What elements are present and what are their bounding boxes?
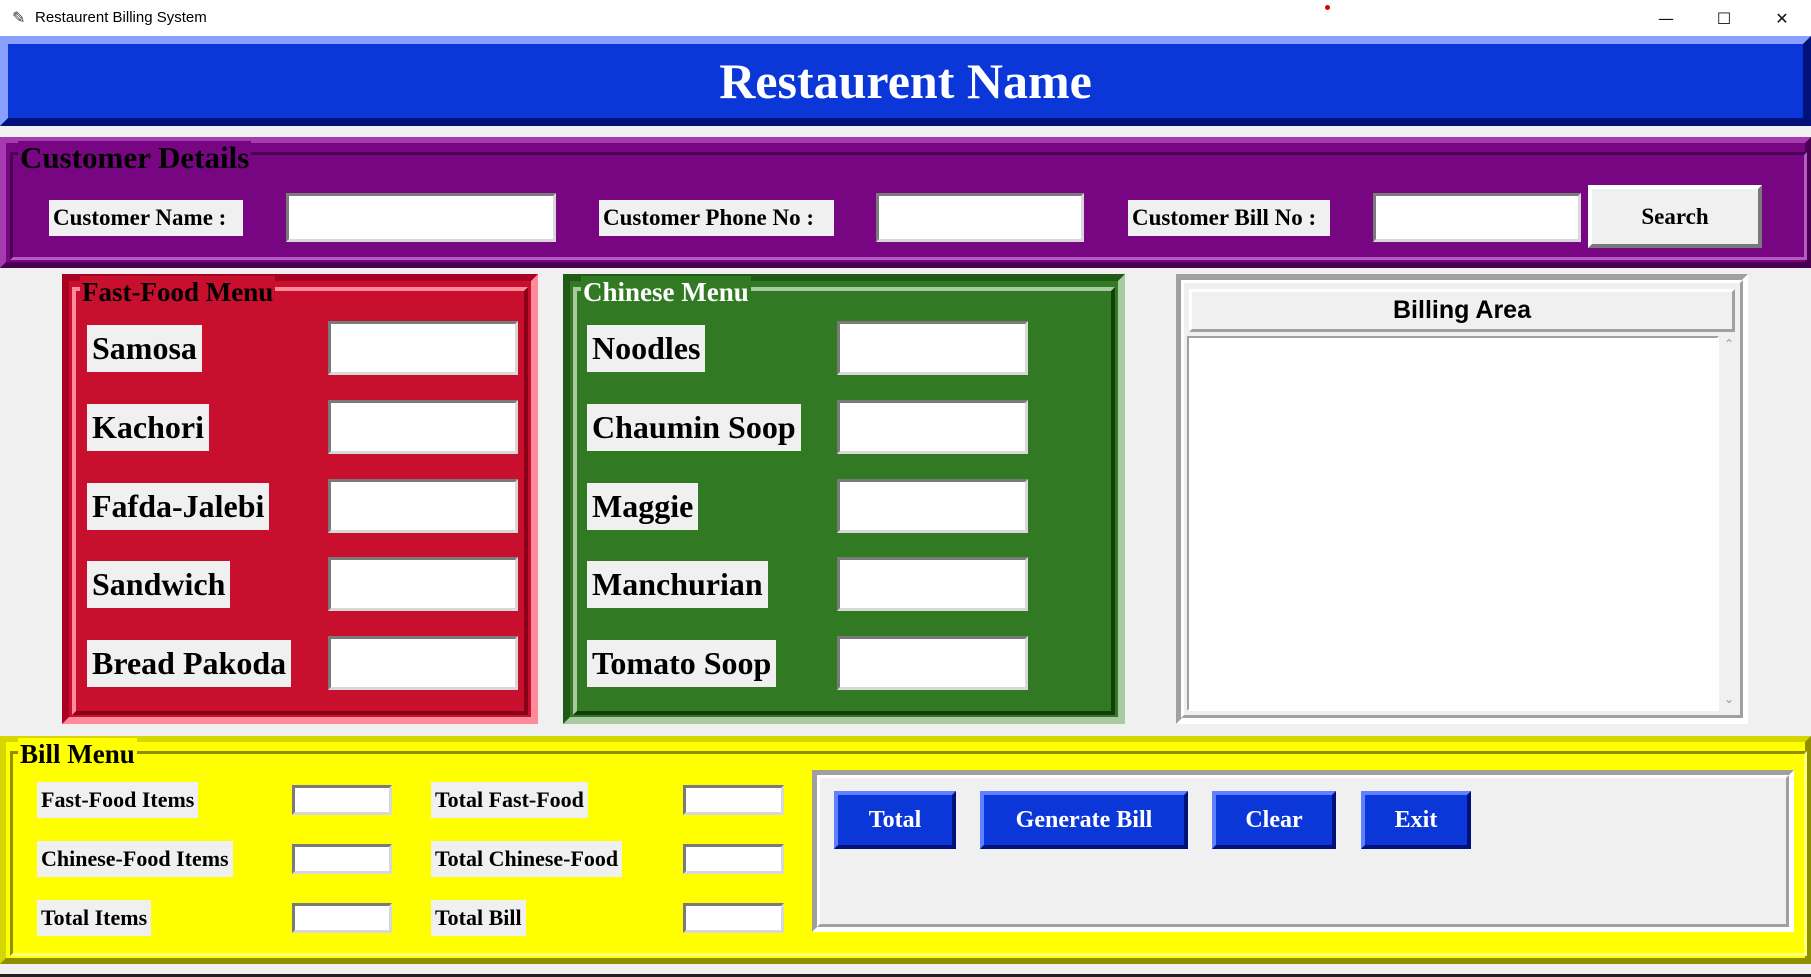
search-button[interactable]: Search: [1588, 185, 1762, 248]
fastfood-item-input[interactable]: [328, 321, 518, 375]
fastfood-item-label: Bread Pakoda: [87, 640, 292, 687]
exit-button[interactable]: Exit: [1361, 791, 1471, 849]
fastfood-item-label: Samosa: [87, 325, 202, 372]
billing-scrollbar[interactable]: [1719, 336, 1737, 711]
bill-menu-title: Bill Menu: [18, 738, 137, 770]
minimize-button[interactable]: —: [1637, 0, 1695, 36]
close-button[interactable]: ✕: [1753, 0, 1811, 36]
maximize-button[interactable]: ☐: [1695, 0, 1753, 36]
fastfood-items-input[interactable]: [292, 785, 392, 815]
total-fastfood-label: Total Fast-Food: [431, 782, 588, 818]
chinese-item-label: Maggie: [587, 483, 699, 530]
chinese-item-input[interactable]: [837, 321, 1028, 375]
customer-name-label: Customer Name :: [49, 200, 243, 236]
feather-icon: ✎: [12, 8, 26, 27]
billing-textarea[interactable]: [1187, 336, 1719, 711]
chinese-item-label: Tomato Soop: [587, 640, 777, 687]
fastfood-item-input[interactable]: [328, 400, 518, 454]
window-title: Restaurent Billing System: [35, 9, 207, 26]
total-chinese-label: Total Chinese-Food: [431, 841, 623, 877]
total-items-label: Total Items: [37, 900, 152, 936]
chinese-items-label: Chinese-Food Items: [37, 841, 233, 877]
chinese-item-label: Chaumin Soop: [587, 404, 801, 451]
fastfood-item-label: Kachori: [87, 404, 209, 451]
indicator-dot: [1325, 5, 1330, 10]
restaurant-header: Restaurent Name: [0, 36, 1811, 126]
fastfood-item-input[interactable]: [328, 557, 518, 611]
restaurant-name: Restaurent Name: [719, 53, 1092, 109]
fastfood-item-input[interactable]: [328, 479, 518, 533]
chinese-item-label: Manchurian: [587, 561, 768, 608]
customer-name-input[interactable]: [286, 193, 556, 242]
chinese-item-input[interactable]: [837, 479, 1028, 533]
total-button[interactable]: Total: [834, 791, 956, 849]
fastfood-item-input[interactable]: [328, 636, 518, 690]
clear-button[interactable]: Clear: [1212, 791, 1336, 849]
total-bill-input[interactable]: [683, 903, 784, 933]
chinese-item-input[interactable]: [837, 400, 1028, 454]
window-titlebar: [0, 0, 1811, 36]
total-items-input[interactable]: [292, 903, 392, 933]
scroll-up-icon[interactable]: ⌃: [1722, 337, 1736, 351]
fastfood-item-label: Sandwich: [87, 561, 231, 608]
chinese-item-label: Noodles: [587, 325, 706, 372]
fastfood-menu-title: Fast-Food Menu: [80, 276, 276, 308]
customer-bill-input[interactable]: [1373, 193, 1581, 242]
billing-area-header: Billing Area: [1189, 289, 1735, 332]
generate-bill-button[interactable]: Generate Bill: [980, 791, 1188, 849]
customer-bill-label: Customer Bill No :: [1128, 200, 1330, 236]
total-chinese-input[interactable]: [683, 844, 784, 874]
total-bill-label: Total Bill: [431, 900, 526, 936]
fastfood-items-label: Fast-Food Items: [37, 782, 199, 818]
chinese-item-input[interactable]: [837, 557, 1028, 611]
customer-phone-label: Customer Phone No :: [599, 200, 834, 236]
customer-phone-input[interactable]: [876, 193, 1084, 242]
chinese-item-input[interactable]: [837, 636, 1028, 690]
total-fastfood-input[interactable]: [683, 785, 784, 815]
scroll-down-icon[interactable]: ⌄: [1722, 692, 1736, 706]
fastfood-item-label: Fafda-Jalebi: [87, 483, 270, 530]
chinese-menu-title: Chinese Menu: [581, 276, 751, 308]
chinese-items-input[interactable]: [292, 844, 392, 874]
customer-details-title: Customer Details: [18, 140, 252, 175]
